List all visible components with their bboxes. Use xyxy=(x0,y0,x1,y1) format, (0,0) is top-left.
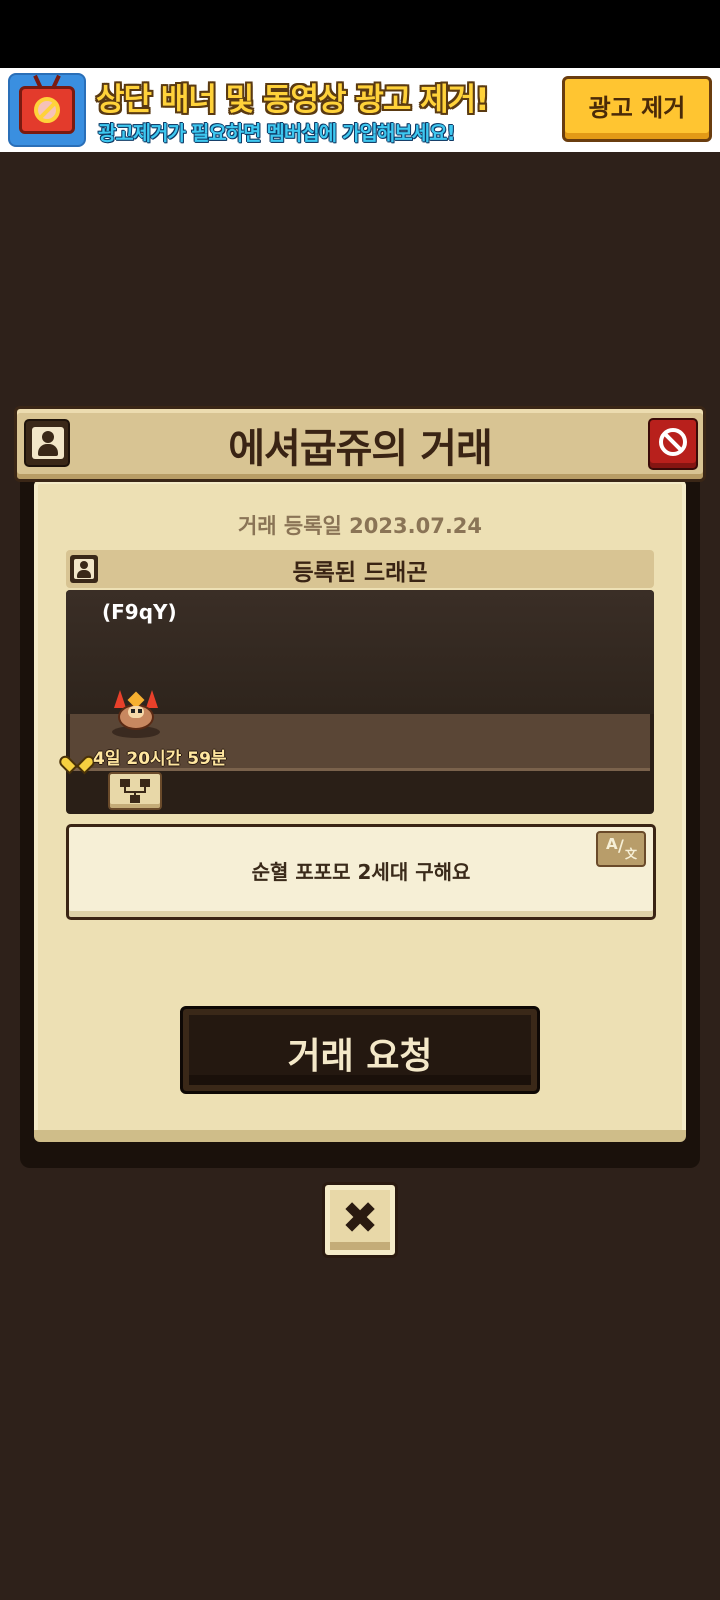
block-button[interactable] xyxy=(648,418,698,470)
ad-title: 상단 배너 및 동영상 광고 제거! xyxy=(96,82,489,118)
translate-button[interactable]: A / 文 xyxy=(596,831,646,867)
dragon-sprite[interactable] xyxy=(110,690,162,738)
ad-banner[interactable]: 상단 배너 및 동영상 광고 제거! 광고제거가 필요하면 멤버십에 가입해보세… xyxy=(0,68,720,152)
section-title: 등록된 드래곤 xyxy=(292,560,428,586)
family-tree-button[interactable] xyxy=(108,772,162,810)
close-button[interactable]: ✖ xyxy=(322,1182,398,1258)
block-icon xyxy=(659,428,687,456)
status-bar xyxy=(0,0,720,68)
trade-memo: 순혈 포포모 2세대 구해요 xyxy=(251,860,471,884)
ad-subtitle: 광고제거가 필요하면 멤버십에 가입해보세요! xyxy=(98,121,456,145)
heart-icon xyxy=(66,748,88,768)
page-title: 에셔굽쥬의 거래 xyxy=(228,426,493,472)
dragon-timer: 4일 20시간 59분 xyxy=(93,749,227,769)
trade-request-button[interactable]: 거래 요청 xyxy=(180,1006,540,1094)
dragon-name: (F9qY) xyxy=(102,600,177,624)
no-ads-tv-icon xyxy=(8,73,86,147)
close-icon: ✖ xyxy=(341,1193,379,1244)
panel-bottom-edge xyxy=(34,1130,686,1142)
trade-request-label: 거래 요청 xyxy=(287,1036,433,1077)
remove-ads-button[interactable]: 광고 제거 xyxy=(562,76,712,142)
trade-registered-date: 거래 등록일 2023.07.24 xyxy=(237,514,483,538)
